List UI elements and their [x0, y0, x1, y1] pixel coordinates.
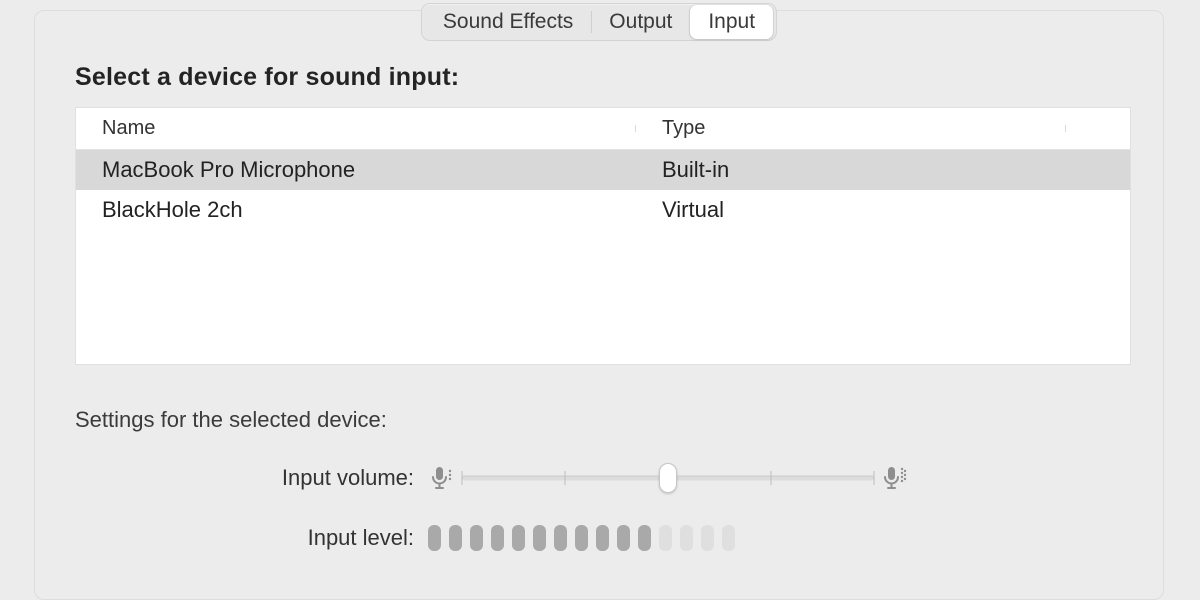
device-type: Virtual — [636, 197, 1130, 223]
level-segment — [491, 525, 504, 551]
table-row[interactable]: BlackHole 2chVirtual — [76, 190, 1130, 230]
level-segment — [659, 525, 672, 551]
tab-output[interactable]: Output — [591, 5, 690, 38]
input-volume-slider[interactable] — [428, 461, 908, 495]
input-volume-label: Input volume: — [135, 465, 420, 491]
level-segment — [449, 525, 462, 551]
col-type[interactable]: Type — [636, 117, 1066, 140]
slider-tick — [874, 471, 875, 485]
table-row[interactable]: MacBook Pro MicrophoneBuilt-in — [76, 150, 1130, 190]
input-device-table: Name Type MacBook Pro MicrophoneBuilt-in… — [75, 107, 1131, 365]
level-segment — [512, 525, 525, 551]
section-heading: Select a device for sound input: — [75, 63, 459, 92]
device-name: MacBook Pro Microphone — [76, 157, 636, 183]
level-segment — [680, 525, 693, 551]
input-level-label: Input level: — [135, 525, 420, 551]
input-level-row: Input level: — [135, 525, 1103, 551]
level-segment — [596, 525, 609, 551]
table-header: Name Type — [76, 108, 1130, 150]
level-segment — [533, 525, 546, 551]
slider-thumb[interactable] — [659, 463, 677, 493]
device-name: BlackHole 2ch — [76, 197, 636, 223]
level-segment — [428, 525, 441, 551]
tab-input[interactable]: Input — [690, 5, 773, 38]
tab-sound-effects[interactable]: Sound Effects — [425, 5, 591, 38]
mic-high-icon — [880, 463, 908, 493]
slider-tick — [771, 471, 772, 485]
mic-low-icon — [428, 463, 456, 493]
sound-settings-panel: Sound Effects Output Input Select a devi… — [34, 10, 1164, 600]
input-volume-row: Input volume: — [135, 461, 1103, 495]
level-segment — [554, 525, 567, 551]
sound-tabs: Sound Effects Output Input — [421, 3, 777, 41]
device-type: Built-in — [636, 157, 1130, 183]
table-body: MacBook Pro MicrophoneBuilt-inBlackHole … — [76, 150, 1130, 230]
level-segment — [722, 525, 735, 551]
level-segment — [470, 525, 483, 551]
level-segment — [575, 525, 588, 551]
col-name[interactable]: Name — [76, 117, 636, 140]
level-segment — [638, 525, 651, 551]
input-level-meter — [428, 525, 735, 551]
slider-tick — [462, 471, 463, 485]
slider-tick — [565, 471, 566, 485]
level-segment — [701, 525, 714, 551]
settings-subheading: Settings for the selected device: — [75, 407, 387, 433]
level-segment — [617, 525, 630, 551]
